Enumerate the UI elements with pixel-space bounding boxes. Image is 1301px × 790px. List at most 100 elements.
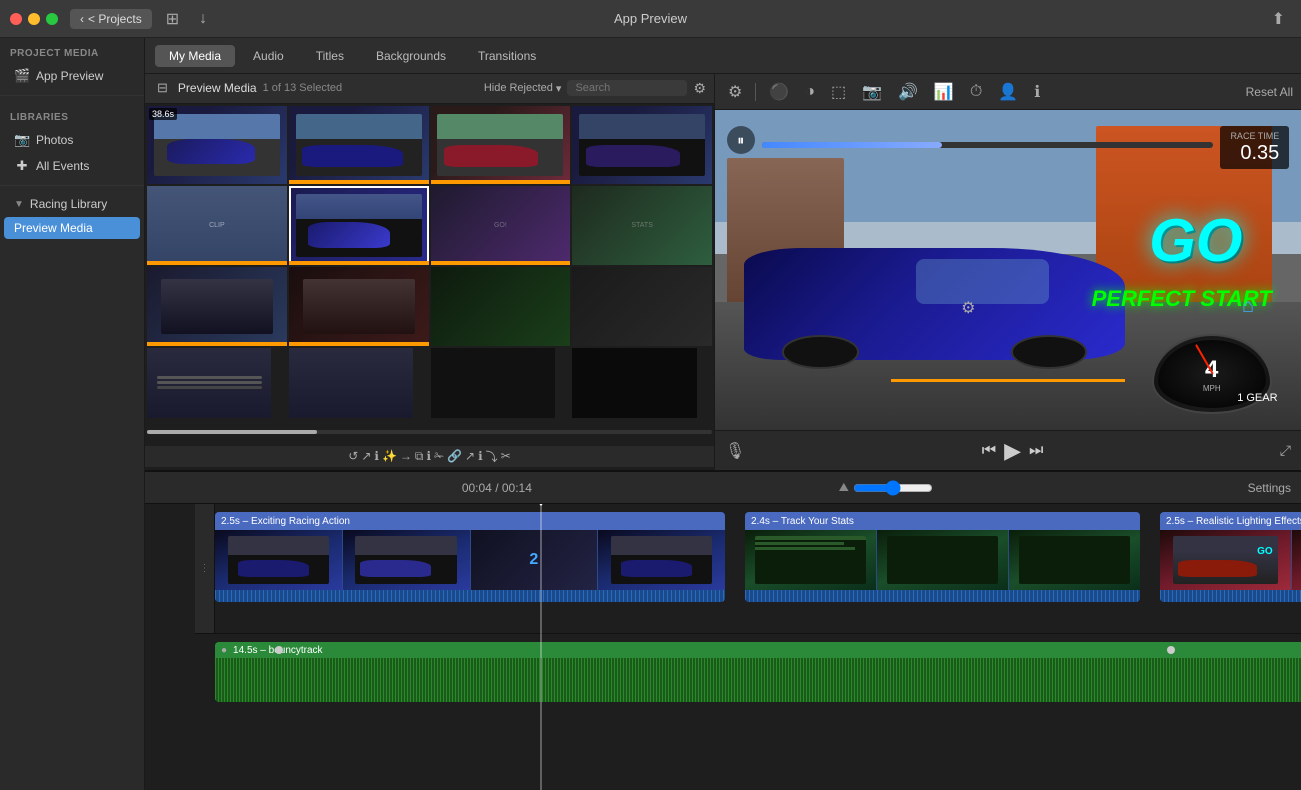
tab-transitions[interactable]: Transitions <box>464 45 550 67</box>
minimize-button[interactable] <box>28 13 40 25</box>
play-pause-button[interactable]: ▶ <box>1004 438 1021 464</box>
media-thumb-16[interactable] <box>572 348 696 418</box>
crop-button[interactable]: ⬚ <box>826 79 851 105</box>
arrow-right-icon[interactable]: → <box>400 449 412 463</box>
arrow-icon[interactable]: ⤵ <box>486 448 498 465</box>
color-button[interactable]: ⚫ <box>764 79 794 105</box>
media-thumb-5[interactable]: CLIP <box>147 186 287 265</box>
clock-button[interactable]: ⏱ <box>965 80 987 104</box>
timeline-settings-button[interactable]: Settings <box>1248 481 1291 495</box>
magic-wand-button[interactable]: ⚙ <box>723 79 747 105</box>
audio-clip[interactable]: ● 14.5s – bouncytrack <box>215 642 1301 702</box>
video-clip-1[interactable]: 2.5s – Exciting Racing Action <box>215 512 725 602</box>
chevron-left-icon: ‹ <box>80 12 84 26</box>
scrubber-bar <box>145 418 714 446</box>
tab-titles[interactable]: Titles <box>302 45 358 67</box>
clip-1-thumbnails: 2 <box>215 530 725 590</box>
toggle-sidebar-button[interactable]: ⊟ <box>153 80 172 96</box>
media-thumb-15[interactable] <box>431 348 555 418</box>
media-thumb-1[interactable]: 38.6s <box>147 106 287 185</box>
media-thumb-3[interactable] <box>431 106 571 185</box>
media-thumb-10[interactable] <box>289 267 429 346</box>
sidebar-item-all-events[interactable]: ✚ All Events <box>4 154 140 178</box>
clip-1-label: 2.5s – Exciting Racing Action <box>215 512 725 530</box>
info-icon-3[interactable]: ℹ <box>478 449 483 463</box>
thumb-duration: 38.6s <box>149 108 177 120</box>
share-icon[interactable]: ↗ <box>361 449 371 463</box>
sidebar-item-racing-library[interactable]: ▼ Racing Library <box>4 193 140 215</box>
race-progress-bar <box>762 142 1213 148</box>
pause-button-overlay[interactable]: ⏸ <box>727 126 755 154</box>
clip-thumb <box>343 530 470 590</box>
tab-audio[interactable]: Audio <box>239 45 298 67</box>
audio-button[interactable]: 🔊 <box>893 79 923 105</box>
hide-rejected-button[interactable]: Hide Rejected ▾ <box>484 82 562 95</box>
media-thumb-6[interactable] <box>289 186 429 265</box>
media-thumb-2[interactable] <box>289 106 429 185</box>
timeline-content[interactable]: ⋮ 2.5s – Exciting Racing Action <box>145 504 1301 790</box>
video-clip-3[interactable]: 2.5s – Realistic Lighting Effects GO <box>1160 512 1301 602</box>
info-button[interactable]: ℹ <box>1029 79 1045 105</box>
media-thumb-4[interactable] <box>572 106 712 185</box>
content-area: My Media Audio Titles Backgrounds Transi… <box>145 38 1301 790</box>
sidebar-item-photos[interactable]: 📷 Photos <box>4 128 140 152</box>
clip-2-label: 2.4s – Track Your Stats <box>745 512 1140 530</box>
media-thumb-7[interactable]: GO! <box>431 186 571 265</box>
sidebar-divider-2 <box>0 185 144 186</box>
skip-forward-button[interactable]: ⏭ <box>1029 442 1043 460</box>
scissor-icon[interactable]: ✂ <box>501 449 511 463</box>
back-projects-button[interactable]: ‹ < Projects <box>70 9 152 29</box>
timeline-tracks: ⋮ 2.5s – Exciting Racing Action <box>145 504 1301 790</box>
thumb-orange-bar-3 <box>147 261 287 265</box>
thumb-orange-bar-2 <box>431 180 571 184</box>
sidebar-item-app-preview[interactable]: 🎬 App Preview <box>4 64 140 88</box>
preview-toolbar: ⚙ ⚫ ◑ ⬚ 📷 🔊 📊 ⏱ 👤 ℹ Reset All <box>715 74 1301 110</box>
skip-back-button[interactable]: ⏮ <box>982 442 996 460</box>
tab-backgrounds[interactable]: Backgrounds <box>362 45 460 67</box>
timeline-zoom: ⛰ <box>839 480 933 496</box>
media-thumb-8[interactable]: STATS <box>572 186 712 265</box>
enhance-button[interactable]: ◑ <box>800 80 820 104</box>
media-search-input[interactable] <box>567 80 687 96</box>
media-thumb-9[interactable] <box>147 267 287 346</box>
info-icon-2[interactable]: ℹ <box>426 449 431 463</box>
video-clip-2[interactable]: 2.4s – Track Your Stats <box>745 512 1140 602</box>
link-icon[interactable]: 🔗 <box>447 449 462 463</box>
media-thumb-11[interactable] <box>431 267 571 346</box>
wand-icon[interactable]: ✨ <box>382 449 397 463</box>
copy-icon[interactable]: ⧉ <box>415 449 424 464</box>
clip-2-thumbnails <box>745 530 1140 590</box>
share-button[interactable]: ⬆ <box>1266 5 1291 33</box>
zoom-slider[interactable] <box>853 480 933 496</box>
cut-icon[interactable]: ✁ <box>434 449 444 463</box>
media-thumb-14[interactable] <box>289 348 413 418</box>
audio-keyframe-start <box>275 646 283 654</box>
rotate-left-icon[interactable]: ↺ <box>348 449 358 463</box>
grid-view-button[interactable]: ⊞ <box>160 5 185 33</box>
audio-row: ● 14.5s – bouncytrack <box>195 634 1301 714</box>
clip-thumb-red-car: GO <box>1160 530 1291 590</box>
maximize-button[interactable] <box>46 13 58 25</box>
media-grid: 38.6s <box>145 104 714 470</box>
media-thumb-12[interactable] <box>572 267 712 346</box>
person-button[interactable]: 👤 <box>993 79 1023 105</box>
reset-all-button[interactable]: Reset All <box>1246 85 1293 99</box>
camera-button[interactable]: 📷 <box>857 79 887 105</box>
thumb-orange-bar-7 <box>289 342 429 346</box>
info-circle-icon[interactable]: ℹ <box>374 449 379 463</box>
video-scene: GO PERFECT START RACE TIME 0.35 ⏸ <box>715 110 1301 430</box>
share-icon-2[interactable]: ↗ <box>465 449 475 463</box>
media-settings-button[interactable]: ⚙ <box>693 80 706 97</box>
tab-my-media[interactable]: My Media <box>155 45 235 67</box>
microphone-button[interactable]: 🎙 <box>725 441 745 461</box>
chart-button[interactable]: 📊 <box>929 79 959 105</box>
close-button[interactable] <box>10 13 22 25</box>
list-view-button[interactable]: ↓ <box>193 6 213 32</box>
clip-3-thumbnails: GO <box>1160 530 1301 590</box>
clip-row-handle[interactable]: ⋮ <box>195 504 215 633</box>
sidebar-item-preview-media[interactable]: Preview Media <box>4 217 140 239</box>
playhead[interactable] <box>540 504 542 790</box>
media-thumb-13[interactable] <box>147 348 271 418</box>
playhead-head <box>533 504 549 506</box>
fullscreen-button[interactable]: ⤢ <box>1280 442 1291 459</box>
